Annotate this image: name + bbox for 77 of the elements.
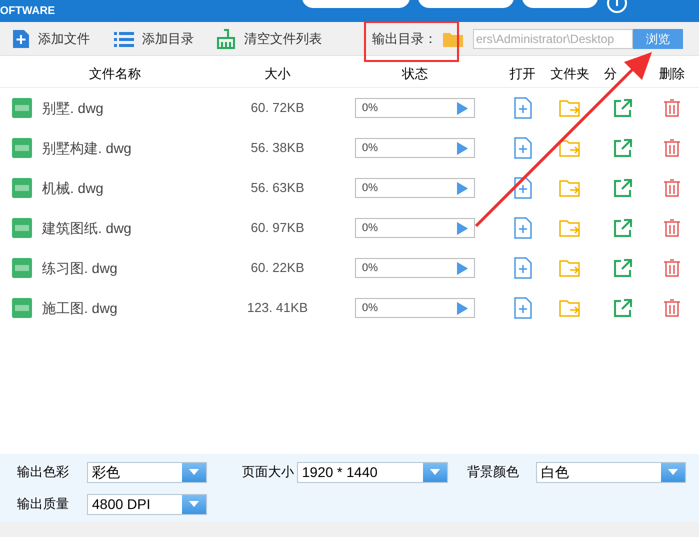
document-icon[interactable] <box>514 257 532 279</box>
play-icon[interactable] <box>457 262 468 274</box>
dwg-file-icon <box>12 98 32 118</box>
file-size: 60. 97KB <box>250 219 306 238</box>
setting-label: 页面大小 <box>241 463 295 482</box>
toolbar-button[interactable]: 添加目录 <box>114 28 194 48</box>
dropdown[interactable]: 4800 DPI <box>87 494 207 514</box>
share-icon[interactable] <box>614 219 632 237</box>
progress-bar: 0% <box>355 138 475 158</box>
window-title: OFTWARE <box>0 4 55 19</box>
column-header: 打开 <box>508 64 536 83</box>
dwg-file-icon <box>12 258 32 278</box>
file-name: 别墅构建. dwg <box>42 138 132 158</box>
share-icon[interactable] <box>614 179 632 197</box>
folder-arrow-icon[interactable] <box>559 219 581 237</box>
play-icon[interactable] <box>457 142 468 154</box>
progress-bar: 0% <box>355 218 475 238</box>
document-icon[interactable] <box>514 97 532 119</box>
dropdown[interactable]: 白色 <box>536 462 686 482</box>
list-icon <box>114 30 134 46</box>
column-header: 分 <box>603 64 618 83</box>
column-header: 文件夹 <box>550 64 590 83</box>
column-header: 大小 <box>264 64 292 83</box>
trash-icon[interactable] <box>664 99 680 117</box>
dwg-file-icon <box>12 218 32 238</box>
progress-bar: 0% <box>355 98 475 118</box>
file-name: 别墅. dwg <box>42 98 104 118</box>
dwg-file-icon <box>12 138 32 158</box>
document-icon[interactable] <box>514 177 532 199</box>
trash-icon[interactable] <box>664 299 680 317</box>
dwg-file-icon <box>12 178 32 198</box>
column-header: 文件名称 <box>88 64 142 83</box>
folder-arrow-icon[interactable] <box>559 99 581 117</box>
dropdown[interactable]: 彩色 <box>87 462 207 482</box>
plus-document-icon <box>12 28 30 48</box>
folder-arrow-icon[interactable] <box>559 179 581 197</box>
file-size: 56. 63KB <box>250 179 306 198</box>
progress-bar: 0% <box>355 298 475 318</box>
document-icon[interactable] <box>514 297 532 319</box>
dwg-file-icon <box>12 298 32 318</box>
toolbar-button[interactable]: 清空文件列表 <box>216 28 322 48</box>
setting-label: 背景颜色 <box>466 463 520 482</box>
file-name: 练习图. dwg <box>42 258 118 278</box>
share-icon[interactable] <box>614 99 632 117</box>
setting-label: 输出质量 <box>17 495 70 514</box>
dropdown[interactable]: 1920 * 1440 <box>297 462 448 482</box>
play-icon[interactable] <box>457 102 468 114</box>
file-name: 机械. dwg <box>42 178 104 198</box>
folder-arrow-icon[interactable] <box>559 259 581 277</box>
play-icon[interactable] <box>457 182 468 194</box>
folder-arrow-icon[interactable] <box>559 139 581 157</box>
document-icon[interactable] <box>514 137 532 159</box>
file-size: 56. 38KB <box>250 139 306 158</box>
file-name: 施工图. dwg <box>42 298 118 318</box>
play-icon[interactable] <box>457 302 468 314</box>
play-icon[interactable] <box>457 222 468 234</box>
file-name: 建筑图纸. dwg <box>42 218 132 238</box>
output-label: 输出目录： <box>372 30 437 48</box>
document-icon[interactable] <box>514 217 532 239</box>
toolbar-button[interactable]: 添加文件 <box>12 28 90 48</box>
setting-label: 输出色彩 <box>17 463 70 482</box>
share-icon[interactable] <box>614 299 632 317</box>
progress-bar: 0% <box>355 258 475 278</box>
share-icon[interactable] <box>614 139 632 157</box>
progress-bar: 0% <box>355 178 475 198</box>
file-size: 123. 41KB <box>246 299 309 318</box>
trash-icon[interactable] <box>664 139 680 157</box>
folder-arrow-icon[interactable] <box>559 299 581 317</box>
file-size: 60. 72KB <box>250 99 306 118</box>
broom-icon <box>216 28 236 48</box>
trash-icon[interactable] <box>664 219 680 237</box>
column-header: 状态 <box>400 64 429 83</box>
file-size: 60. 22KB <box>250 259 306 278</box>
share-icon[interactable] <box>614 259 632 277</box>
trash-icon[interactable] <box>664 179 680 197</box>
column-header: 删除 <box>658 64 686 83</box>
trash-icon[interactable] <box>664 259 680 277</box>
